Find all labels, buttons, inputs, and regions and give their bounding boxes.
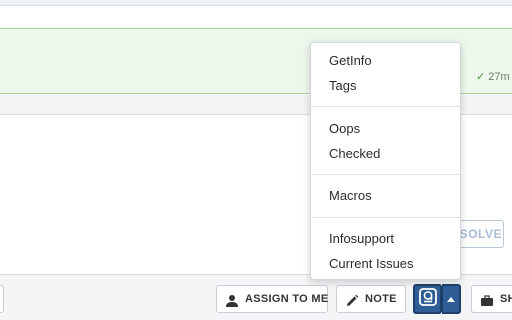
app-dropdown-menu: GetInfo Tags Oops Checked Macros Infosup… [310, 42, 461, 280]
app-logo-icon [418, 287, 437, 311]
message-time: 27m [488, 71, 510, 83]
menu-divider [311, 106, 460, 107]
assign-to-me-button[interactable]: ASSIGN TO ME [216, 285, 328, 313]
pencil-icon [345, 292, 359, 306]
menu-item-infosupport[interactable]: Infosupport [311, 227, 460, 251]
app-menu-toggle[interactable] [442, 284, 461, 314]
menu-divider [311, 174, 460, 175]
note-button[interactable]: NOTE [336, 285, 406, 313]
share-button[interactable]: SH [471, 285, 512, 313]
menu-item-oops[interactable]: Oops [311, 117, 460, 141]
menu-item-tags[interactable]: Tags [311, 74, 460, 98]
menu-item-checked[interactable]: Checked [311, 142, 460, 166]
share-label: SH [500, 293, 512, 305]
message-status: ✓ 27m [476, 70, 510, 83]
previous-message-strip [0, 0, 512, 6]
menu-item-current-issues[interactable]: Current Issues [311, 252, 460, 276]
check-icon: ✓ [476, 71, 486, 83]
menu-item-macros[interactable]: Macros [311, 184, 460, 208]
person-icon [225, 292, 239, 307]
app-integration-button[interactable] [413, 284, 442, 314]
assign-to-me-label: ASSIGN TO ME [245, 293, 329, 305]
menu-item-getinfo[interactable]: GetInfo [311, 49, 460, 73]
briefcase-icon [480, 292, 494, 306]
menu-divider [311, 217, 460, 218]
caret-up-icon [447, 296, 455, 302]
toolbar-left-button[interactable] [0, 285, 4, 313]
note-label: NOTE [365, 293, 397, 305]
